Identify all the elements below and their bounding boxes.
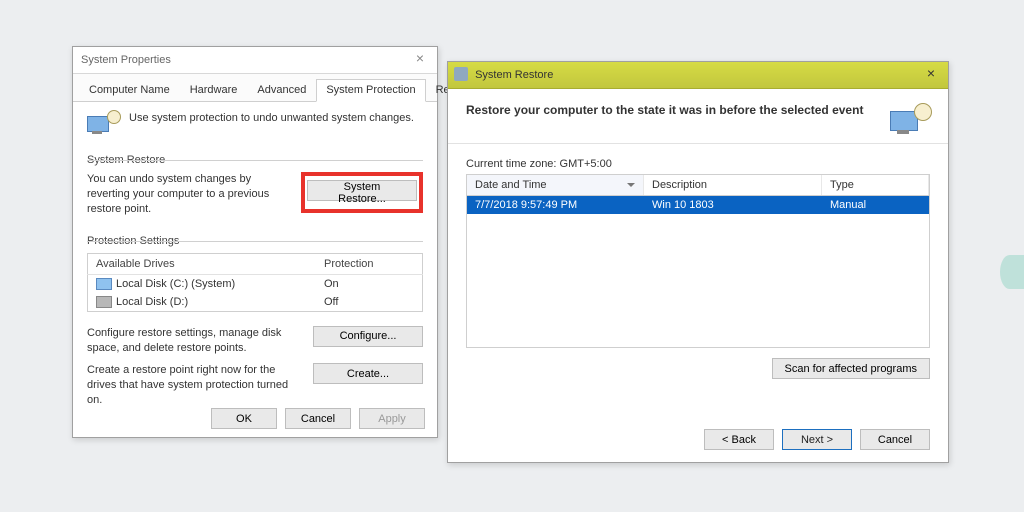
tab-computer-name[interactable]: Computer Name [79, 79, 180, 102]
col-date-time[interactable]: Date and Time [467, 175, 644, 196]
tab-advanced[interactable]: Advanced [247, 79, 316, 102]
close-icon[interactable]: × [403, 47, 437, 73]
apply-button: Apply [359, 408, 425, 429]
cancel-button[interactable]: Cancel [285, 408, 351, 429]
system-restore-description: You can undo system changes by reverting… [87, 172, 293, 217]
tab-strip: Computer Name Hardware Advanced System P… [73, 74, 437, 102]
title-text: System Properties [81, 54, 171, 66]
col-type[interactable]: Type [822, 175, 929, 196]
intro-text: Use system protection to undo unwanted s… [129, 112, 414, 124]
system-restore-dialog: System Restore × Restore your computer t… [447, 61, 949, 463]
group-system-restore: System Restore [87, 154, 423, 166]
tab-system-protection[interactable]: System Protection [316, 79, 425, 102]
next-button[interactable]: Next > [782, 429, 852, 450]
scan-for-affected-programs-button[interactable]: Scan for affected programs [772, 358, 930, 379]
annotation-highlight: System Restore... [301, 172, 423, 213]
close-icon[interactable]: × [914, 62, 948, 87]
drive-icon [96, 296, 112, 308]
configure-button[interactable]: Configure... [313, 326, 423, 347]
drive-row: Local Disk (D:) Off [88, 293, 423, 312]
cancel-button[interactable]: Cancel [860, 429, 930, 450]
background-decoration [1000, 255, 1024, 289]
title-text: System Restore [475, 69, 553, 81]
restore-point-row[interactable]: 7/7/2018 9:57:49 PM Win 10 1803 Manual [467, 196, 929, 215]
col-available-drives[interactable]: Available Drives [88, 253, 317, 274]
back-button[interactable]: < Back [704, 429, 774, 450]
drives-table[interactable]: Available Drives Protection Local Disk (… [87, 253, 423, 312]
group-protection-settings: Protection Settings [87, 235, 423, 247]
restore-points-table[interactable]: Date and Time Description Type 7/7/2018 … [466, 174, 930, 348]
titlebar[interactable]: System Properties × [73, 47, 437, 74]
system-properties-dialog: System Properties × Computer Name Hardwa… [72, 46, 438, 438]
timezone-label: Current time zone: GMT+5:00 [466, 158, 930, 170]
create-description: Create a restore point right now for the… [87, 363, 305, 408]
tab-hardware[interactable]: Hardware [180, 79, 248, 102]
app-icon [454, 67, 468, 81]
system-protection-icon [87, 112, 119, 140]
drive-icon [96, 278, 112, 290]
col-protection[interactable]: Protection [316, 253, 423, 274]
create-button[interactable]: Create... [313, 363, 423, 384]
wizard-heading: Restore your computer to the state it wa… [466, 103, 882, 117]
system-restore-button[interactable]: System Restore... [307, 180, 417, 201]
configure-description: Configure restore settings, manage disk … [87, 326, 305, 356]
titlebar[interactable]: System Restore × [448, 62, 948, 89]
drive-row: Local Disk (C:) (System) On [88, 274, 423, 293]
restore-icon [890, 103, 930, 137]
col-description[interactable]: Description [644, 175, 822, 196]
ok-button[interactable]: OK [211, 408, 277, 429]
